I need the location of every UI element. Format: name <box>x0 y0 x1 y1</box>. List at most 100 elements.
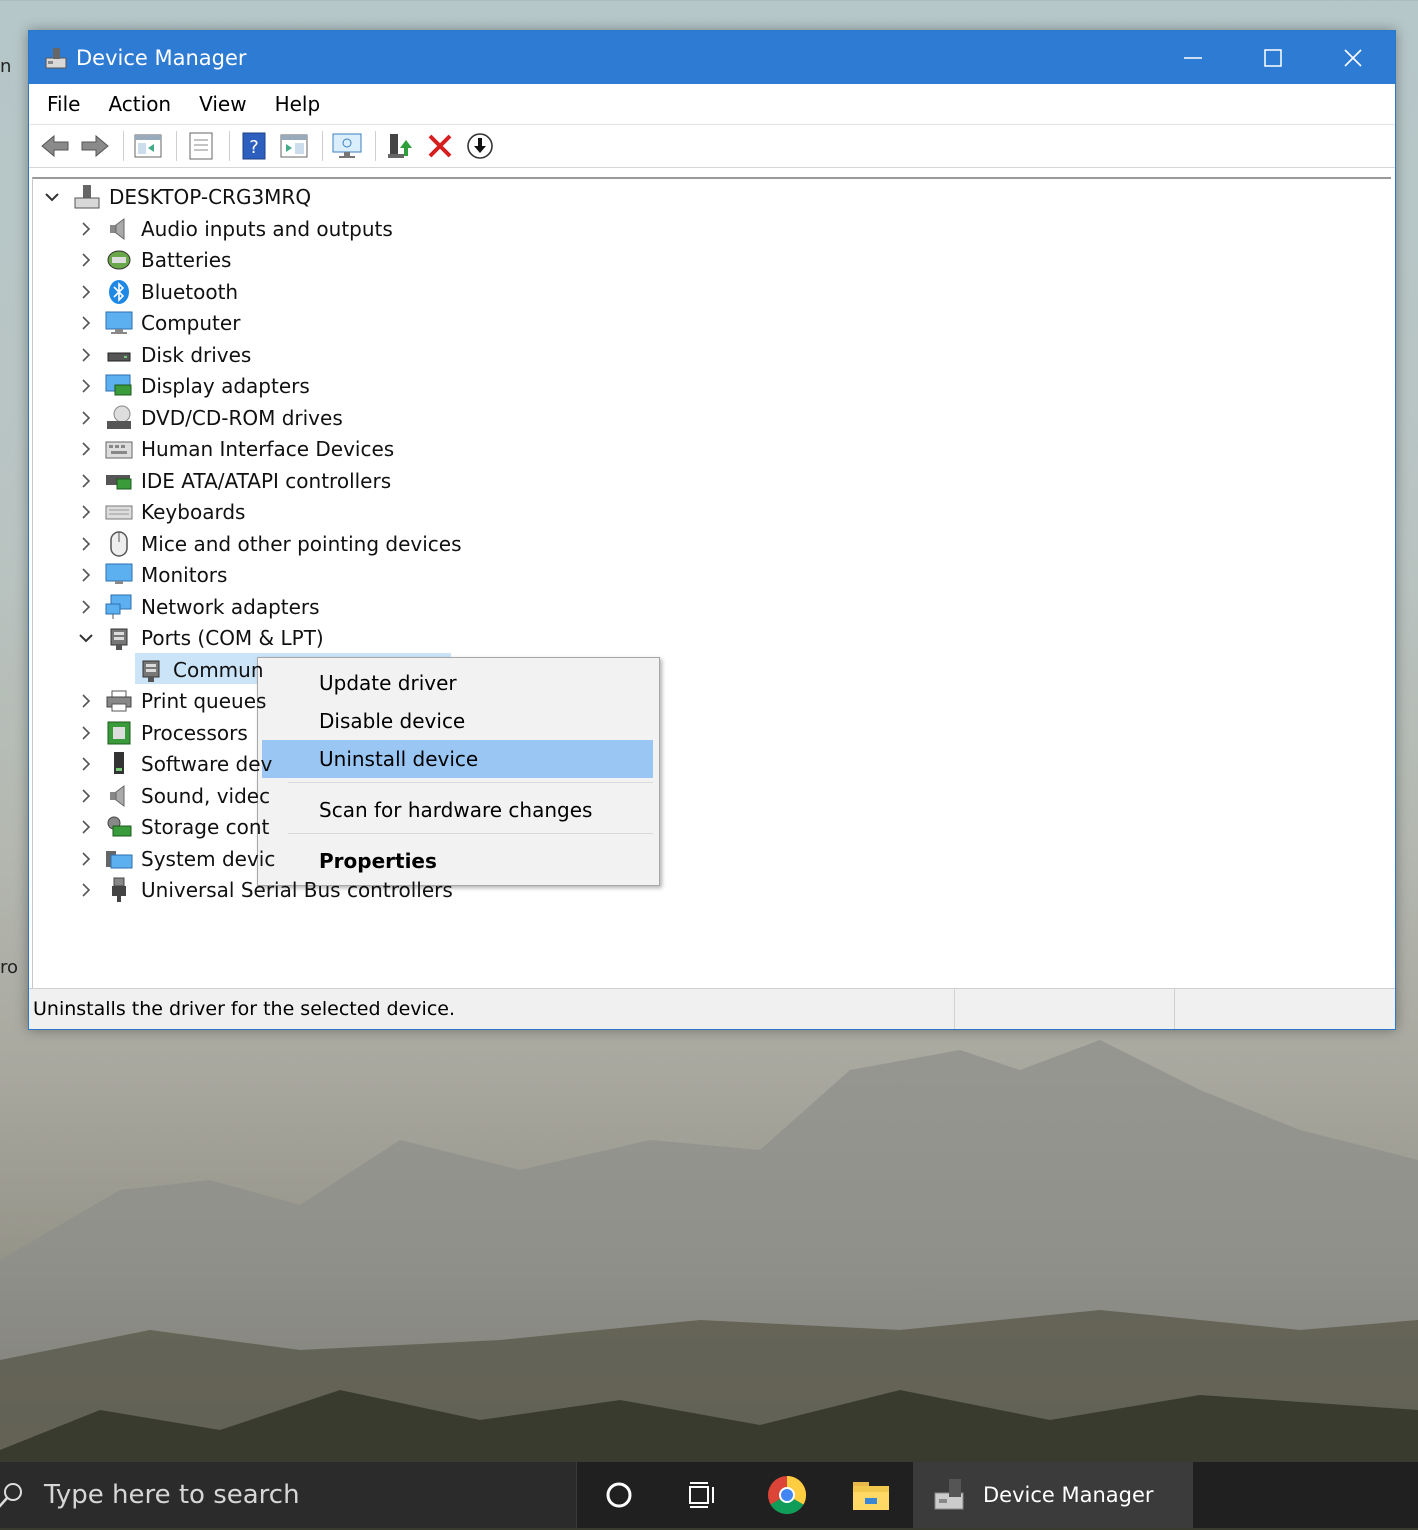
tree-category-row[interactable]: Computer <box>75 308 240 339</box>
device-tree[interactable]: DESKTOP-CRG3MRQ Audio inputs and outputs… <box>32 177 1391 989</box>
file-explorer-taskbar-button[interactable] <box>829 1462 913 1528</box>
title-bar[interactable]: Device Manager <box>29 31 1395 84</box>
tree-category-row[interactable]: Software dev <box>75 749 272 780</box>
chevron-right-icon[interactable] <box>75 753 97 775</box>
chevron-down-icon[interactable] <box>41 186 63 208</box>
mouse-icon <box>105 530 133 558</box>
chevron-right-icon[interactable] <box>75 690 97 712</box>
uninstall-device-button[interactable] <box>422 129 458 163</box>
tree-category-row[interactable]: Sound, videc <box>75 780 270 811</box>
search-icon <box>0 1483 22 1508</box>
scan-hardware-button[interactable] <box>329 129 365 163</box>
computer-icon <box>105 309 133 337</box>
tree-category-row[interactable]: Ports (COM & LPT) <box>75 623 324 654</box>
task-view-button[interactable] <box>661 1462 745 1528</box>
tree-item-label: IDE ATA/ATAPI controllers <box>141 468 392 493</box>
chevron-right-icon[interactable] <box>75 501 97 523</box>
tree-category-row[interactable]: Bluetooth <box>75 276 238 307</box>
menu-view[interactable]: View <box>199 92 246 116</box>
toolbar-separator <box>322 131 323 161</box>
context-item-label: Update driver <box>319 671 457 695</box>
tree-category-row[interactable]: Universal Serial Bus controllers <box>75 875 453 906</box>
chevron-right-icon[interactable] <box>75 438 97 460</box>
chevron-right-icon[interactable] <box>75 785 97 807</box>
close-button[interactable] <box>1313 31 1393 84</box>
chevron-right-icon[interactable] <box>75 564 97 586</box>
desktop-edge-text: ro <box>0 957 19 978</box>
tree-item-label: DVD/CD-ROM drives <box>141 405 343 430</box>
update-driver-button[interactable] <box>382 129 418 163</box>
tree-item-label: Batteries <box>141 248 232 272</box>
desktop-edge-text: n <box>0 56 12 77</box>
chevron-right-icon[interactable] <box>75 312 97 334</box>
tree-category-row[interactable]: Human Interface Devices <box>75 434 394 465</box>
chevron-right-icon[interactable] <box>75 470 97 492</box>
chevron-right-icon[interactable] <box>75 281 97 303</box>
context-uninstall-device[interactable]: Uninstall device <box>262 740 653 778</box>
window-title: Device Manager <box>76 45 247 70</box>
tree-category-row[interactable]: Print queues <box>75 686 266 717</box>
tree-item-label: Software dev <box>141 752 273 776</box>
chevron-right-icon[interactable] <box>75 848 97 870</box>
tree-item-label: Sound, videc <box>141 783 271 808</box>
taskbar-search-box[interactable]: Type here to search <box>0 1462 577 1528</box>
context-scan-hardware[interactable]: Scan for hardware changes <box>262 791 653 829</box>
tree-root-label: DESKTOP-CRG3MRQ <box>109 184 312 209</box>
tree-category-row[interactable]: Network adapters <box>75 591 320 622</box>
menu-action[interactable]: Action <box>108 92 171 116</box>
tree-category-row[interactable]: DVD/CD-ROM drives <box>75 402 343 433</box>
chevron-right-icon[interactable] <box>75 722 97 744</box>
tree-category-row[interactable]: Processors <box>75 717 248 748</box>
monitor-icon <box>105 561 133 589</box>
help-button[interactable]: ? <box>236 129 272 163</box>
tree-category-row[interactable]: Monitors <box>75 560 227 591</box>
back-button[interactable] <box>37 129 73 163</box>
chrome-taskbar-button[interactable] <box>745 1462 829 1528</box>
tree-category-row[interactable]: System devic <box>75 843 275 874</box>
tree-category-row[interactable]: Keyboards <box>75 497 245 528</box>
forward-button[interactable] <box>77 129 113 163</box>
chevron-right-icon[interactable] <box>75 596 97 618</box>
maximize-button[interactable] <box>1233 31 1313 84</box>
cortana-button[interactable] <box>577 1462 661 1528</box>
taskbar-app-label: Device Manager <box>983 1483 1154 1507</box>
toolbar: ? <box>29 125 1395 168</box>
tree-category-row[interactable]: Storage cont <box>75 812 269 843</box>
device-manager-icon <box>45 47 67 68</box>
disable-device-button[interactable] <box>462 129 498 163</box>
red-x-icon <box>428 134 452 158</box>
device-manager-taskbar-button[interactable]: Device Manager <box>913 1462 1193 1528</box>
tree-item-label: System devic <box>141 846 276 871</box>
chevron-down-icon[interactable] <box>75 627 97 649</box>
chevron-right-icon[interactable] <box>75 375 97 397</box>
chevron-right-icon[interactable] <box>75 879 97 901</box>
action-pane-button[interactable] <box>276 129 312 163</box>
tree-item-label: Network adapters <box>141 594 320 619</box>
menu-help[interactable]: Help <box>275 92 321 116</box>
tree-category-row[interactable]: Mice and other pointing devices <box>75 528 462 559</box>
chevron-right-icon[interactable] <box>75 249 97 271</box>
console-tree-icon <box>134 134 162 158</box>
tree-category-row[interactable]: Display adapters <box>75 371 310 402</box>
menu-file[interactable]: File <box>47 92 80 116</box>
tree-item-label: Human Interface Devices <box>141 437 395 461</box>
tree-category-row[interactable]: Batteries <box>75 245 231 276</box>
chevron-right-icon[interactable] <box>75 344 97 366</box>
tree-device-row[interactable]: Commun <box>133 654 264 685</box>
usb-icon <box>105 876 133 904</box>
context-disable-device[interactable]: Disable device <box>262 702 653 740</box>
forward-arrow-icon <box>81 134 109 158</box>
properties-button[interactable] <box>183 129 219 163</box>
tree-category-row[interactable]: IDE ATA/ATAPI controllers <box>75 465 391 496</box>
minimize-button[interactable] <box>1153 31 1233 84</box>
search-placeholder: Type here to search <box>44 1480 300 1510</box>
chevron-right-icon[interactable] <box>75 407 97 429</box>
chevron-right-icon[interactable] <box>75 816 97 838</box>
tree-category-row[interactable]: Audio inputs and outputs <box>75 213 393 244</box>
show-hide-console-tree-button[interactable] <box>130 129 166 163</box>
tree-category-row[interactable]: Disk drives <box>75 339 251 370</box>
context-update-driver[interactable]: Update driver <box>262 664 653 702</box>
chevron-right-icon[interactable] <box>75 533 97 555</box>
chevron-right-icon[interactable] <box>75 218 97 240</box>
tree-root-row[interactable]: DESKTOP-CRG3MRQ <box>41 181 311 212</box>
